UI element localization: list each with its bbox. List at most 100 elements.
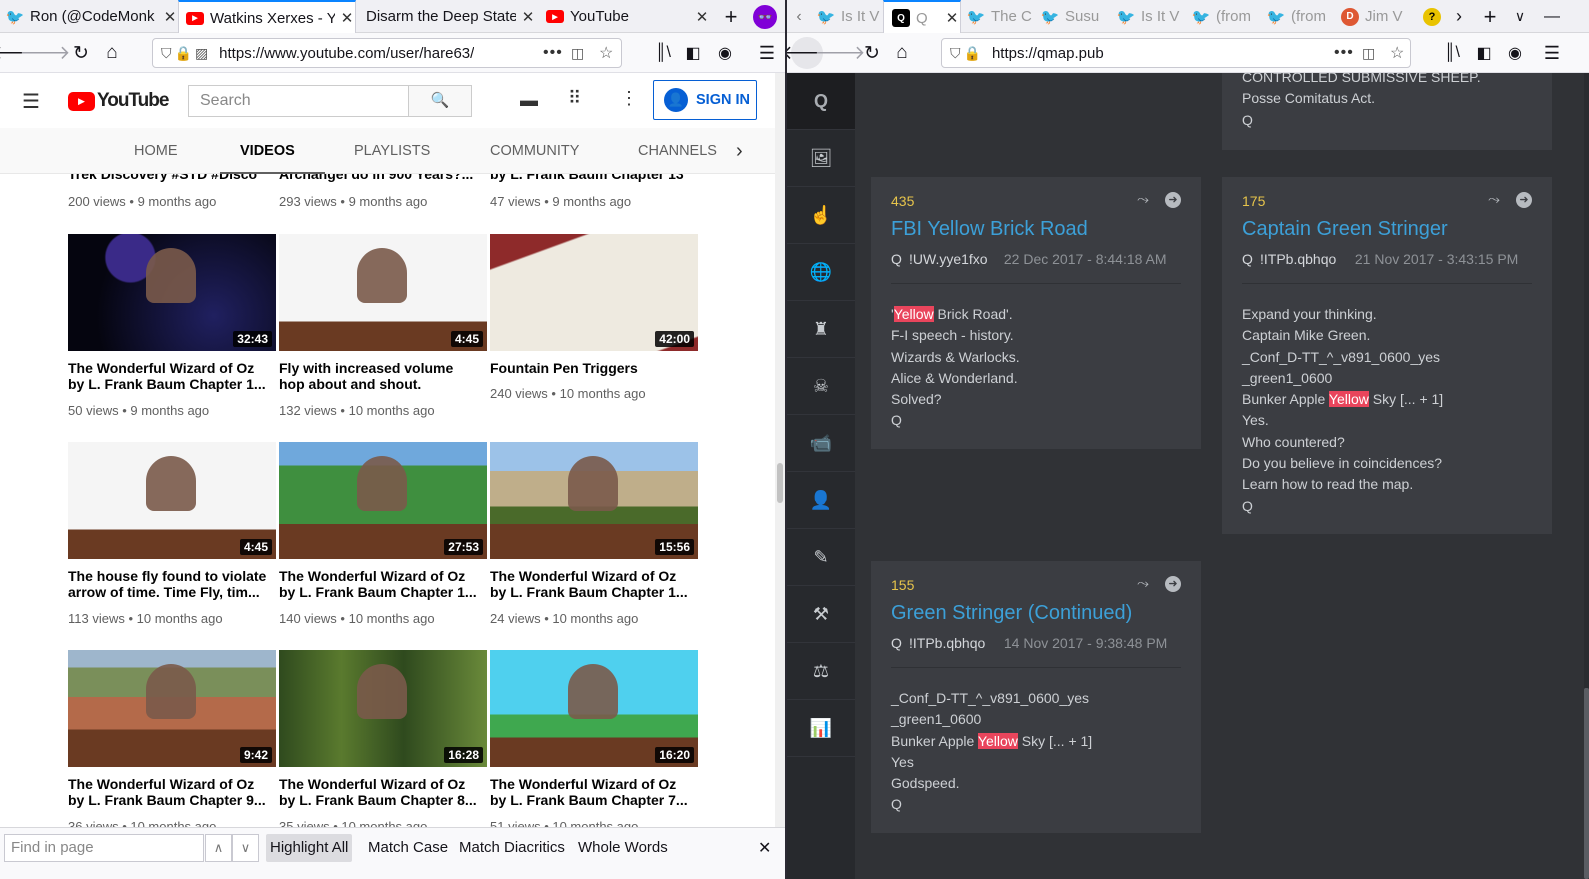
menu-icon[interactable]: ☰ bbox=[1537, 33, 1567, 73]
scales-icon[interactable]: ⚖ bbox=[787, 643, 855, 700]
reload-icon[interactable]: ↻ bbox=[66, 33, 96, 73]
video-title[interactable]: The house fly found to violate arrow of t… bbox=[68, 568, 273, 600]
match-diacritics-toggle[interactable]: Match Diacritics bbox=[455, 834, 569, 862]
library-icon[interactable]: ║\ bbox=[648, 33, 678, 73]
pocket-icon[interactable]: ◫ bbox=[571, 45, 584, 62]
tab-home[interactable]: HOME bbox=[134, 128, 178, 174]
pocket-icon[interactable]: ◫ bbox=[1362, 45, 1375, 62]
video-card-partial[interactable]: by L. Frank Baum Chapter 13 47 views • 9… bbox=[490, 174, 698, 209]
highlight-all-toggle[interactable]: Highlight All bbox=[266, 834, 353, 862]
video-title[interactable]: Archangel do in 900 Years?... bbox=[279, 174, 484, 182]
video-title[interactable]: The Wonderful Wizard of Oz by L. Frank Ba… bbox=[490, 568, 695, 600]
tab-extension[interactable]: ? bbox=[1419, 0, 1447, 33]
post-number[interactable]: 155 bbox=[891, 577, 914, 593]
tab[interactable]: Q Q ✕ bbox=[883, 0, 961, 34]
tab[interactable]: 🐦 Is It V bbox=[1109, 0, 1183, 33]
left-scrollbar[interactable] bbox=[775, 73, 785, 827]
account-icon[interactable]: ◉ bbox=[710, 33, 740, 73]
open-post-icon[interactable]: ➜ bbox=[1516, 192, 1532, 208]
chart-icon[interactable]: 📊 bbox=[787, 700, 855, 757]
video-thumbnail[interactable]: 16:28 bbox=[279, 650, 487, 767]
video-title[interactable]: The Wonderful Wizard of Oz by L. Frank Ba… bbox=[68, 776, 273, 808]
video-title[interactable]: Fly with increased volume hop about and s… bbox=[279, 360, 484, 392]
globe-icon[interactable]: 🌐 bbox=[787, 244, 855, 301]
tab-videos[interactable]: VIDEOS bbox=[220, 128, 325, 174]
bookmark-star-icon[interactable]: ☆ bbox=[1390, 43, 1404, 63]
video-thumbnail[interactable]: 32:43 bbox=[68, 234, 276, 351]
tab-twitter-ron[interactable]: 🐦 Ron (@CodeMonk ✕ bbox=[0, 0, 178, 33]
video-thumbnail[interactable]: 27:53 bbox=[279, 442, 487, 559]
tab-youtube[interactable]: ▶ YouTube ✕ bbox=[538, 0, 710, 33]
minimize-icon[interactable]: — bbox=[1537, 0, 1567, 33]
scroll-tabs-right-icon[interactable]: › bbox=[1449, 0, 1469, 33]
bookmark-star-icon[interactable]: ☆ bbox=[599, 43, 613, 63]
forward-icon[interactable]: 🡒 bbox=[815, 33, 866, 73]
tab[interactable]: D Jim V bbox=[1333, 0, 1407, 33]
close-tab-icon[interactable]: ✕ bbox=[694, 8, 710, 26]
find-next-icon[interactable]: ∨ bbox=[232, 834, 259, 862]
video-thumbnail[interactable]: 15:56 bbox=[490, 442, 698, 559]
post-number[interactable]: 435 bbox=[891, 193, 914, 209]
tab-disarm-deep-state[interactable]: Disarm the Deep State ✕ bbox=[358, 0, 536, 33]
video-title[interactable]: Trek Discovery #STD #Disco bbox=[68, 174, 273, 182]
open-post-icon[interactable]: ➜ bbox=[1165, 192, 1181, 208]
home-icon[interactable]: ⌂ bbox=[887, 33, 917, 73]
video-thumbnail[interactable]: 4:45 bbox=[68, 442, 276, 559]
gavel-icon[interactable]: ⚒ bbox=[787, 586, 855, 643]
video-card-partial[interactable]: Archangel do in 900 Years?... 293 views … bbox=[279, 174, 487, 209]
video-title[interactable]: by L. Frank Baum Chapter 13 bbox=[490, 174, 695, 182]
skull-icon[interactable]: ☠ bbox=[787, 358, 855, 415]
video-thumbnail[interactable]: 4:45 bbox=[279, 234, 487, 351]
sign-in-button[interactable]: 👤 SIGN IN bbox=[653, 80, 757, 120]
list-all-tabs-icon[interactable]: ∨ bbox=[1505, 0, 1535, 33]
tab-community[interactable]: COMMUNITY bbox=[490, 128, 579, 174]
video-card-partial[interactable]: Trek Discovery #STD #Disco 200 views • 9… bbox=[68, 174, 276, 209]
upload-video-icon[interactable]: ▬ bbox=[520, 90, 538, 111]
home-icon[interactable]: ⌂ bbox=[97, 33, 127, 73]
user-icon[interactable]: 👤 bbox=[787, 472, 855, 529]
account-icon[interactable]: ◉ bbox=[1500, 33, 1530, 73]
sidebar-icon[interactable]: ◧ bbox=[678, 33, 708, 73]
right-scrollbar[interactable] bbox=[1584, 73, 1589, 879]
tab-watkins-xerxes[interactable]: ▶ Watkins Xerxes - Y ✕ bbox=[178, 0, 356, 34]
close-tab-icon[interactable]: ✕ bbox=[162, 8, 178, 26]
video-title[interactable]: The Wonderful Wizard of Oz by L. Frank Ba… bbox=[279, 568, 484, 600]
video-icon[interactable]: 📹 bbox=[787, 415, 855, 472]
tab-playlists[interactable]: PLAYLISTS bbox=[354, 128, 430, 174]
reload-icon[interactable]: ↻ bbox=[857, 33, 887, 73]
url-bar[interactable]: ⛉ 🔒 ▨ https://www.youtube.com/user/hare6… bbox=[152, 38, 622, 68]
new-tab-icon[interactable]: + bbox=[716, 0, 746, 33]
apps-grid-icon[interactable]: ⠿ bbox=[568, 88, 581, 109]
post-title[interactable]: Captain Green Stringer bbox=[1242, 218, 1448, 241]
more-options-icon[interactable]: ⋮ bbox=[620, 88, 638, 109]
close-tab-icon[interactable]: ✕ bbox=[339, 9, 355, 27]
video-thumbnail[interactable]: 9:42 bbox=[68, 650, 276, 767]
youtube-logo[interactable]: ▶ YouTube bbox=[68, 90, 169, 112]
tab-channels[interactable]: CHANNELS bbox=[638, 128, 717, 174]
library-icon[interactable]: ║\ bbox=[1437, 33, 1467, 73]
menu-icon[interactable]: ☰ bbox=[752, 33, 782, 73]
share-icon[interactable]: ⤳ bbox=[1137, 191, 1149, 208]
images-icon[interactable]: 🖼 bbox=[787, 130, 855, 187]
tab[interactable]: 🐦 Susu bbox=[1033, 0, 1107, 33]
page-actions-icon[interactable]: ••• bbox=[543, 44, 563, 62]
pointing-icon[interactable]: ☝ bbox=[787, 187, 855, 244]
chevron-right-icon[interactable]: › bbox=[736, 128, 743, 174]
tab[interactable]: 🐦 (from bbox=[1259, 0, 1333, 33]
video-title[interactable]: The Wonderful Wizard of Oz by L. Frank Ba… bbox=[68, 360, 273, 392]
post-title[interactable]: FBI Yellow Brick Road bbox=[891, 218, 1088, 241]
tab[interactable]: 🐦 Is It V bbox=[809, 0, 883, 33]
tab[interactable]: 🐦 (from bbox=[1184, 0, 1258, 33]
url-bar[interactable]: ⛉ 🔒 https://qmap.pub ••• ◫ ☆ bbox=[941, 38, 1411, 68]
video-thumbnail[interactable]: 42:00 bbox=[490, 234, 698, 351]
close-tab-icon[interactable]: ✕ bbox=[944, 9, 960, 27]
find-previous-icon[interactable]: ∧ bbox=[205, 834, 232, 862]
match-case-toggle[interactable]: Match Case bbox=[364, 834, 452, 862]
close-tab-icon[interactable]: ✕ bbox=[520, 8, 536, 26]
chess-icon[interactable]: ♜ bbox=[787, 301, 855, 358]
scrollbar-thumb[interactable] bbox=[777, 463, 783, 503]
find-input[interactable]: Find in page bbox=[4, 834, 204, 862]
close-find-bar-icon[interactable]: ✕ bbox=[758, 838, 771, 858]
hamburger-icon[interactable]: ☰ bbox=[22, 89, 40, 114]
whole-words-toggle[interactable]: Whole Words bbox=[574, 834, 672, 862]
